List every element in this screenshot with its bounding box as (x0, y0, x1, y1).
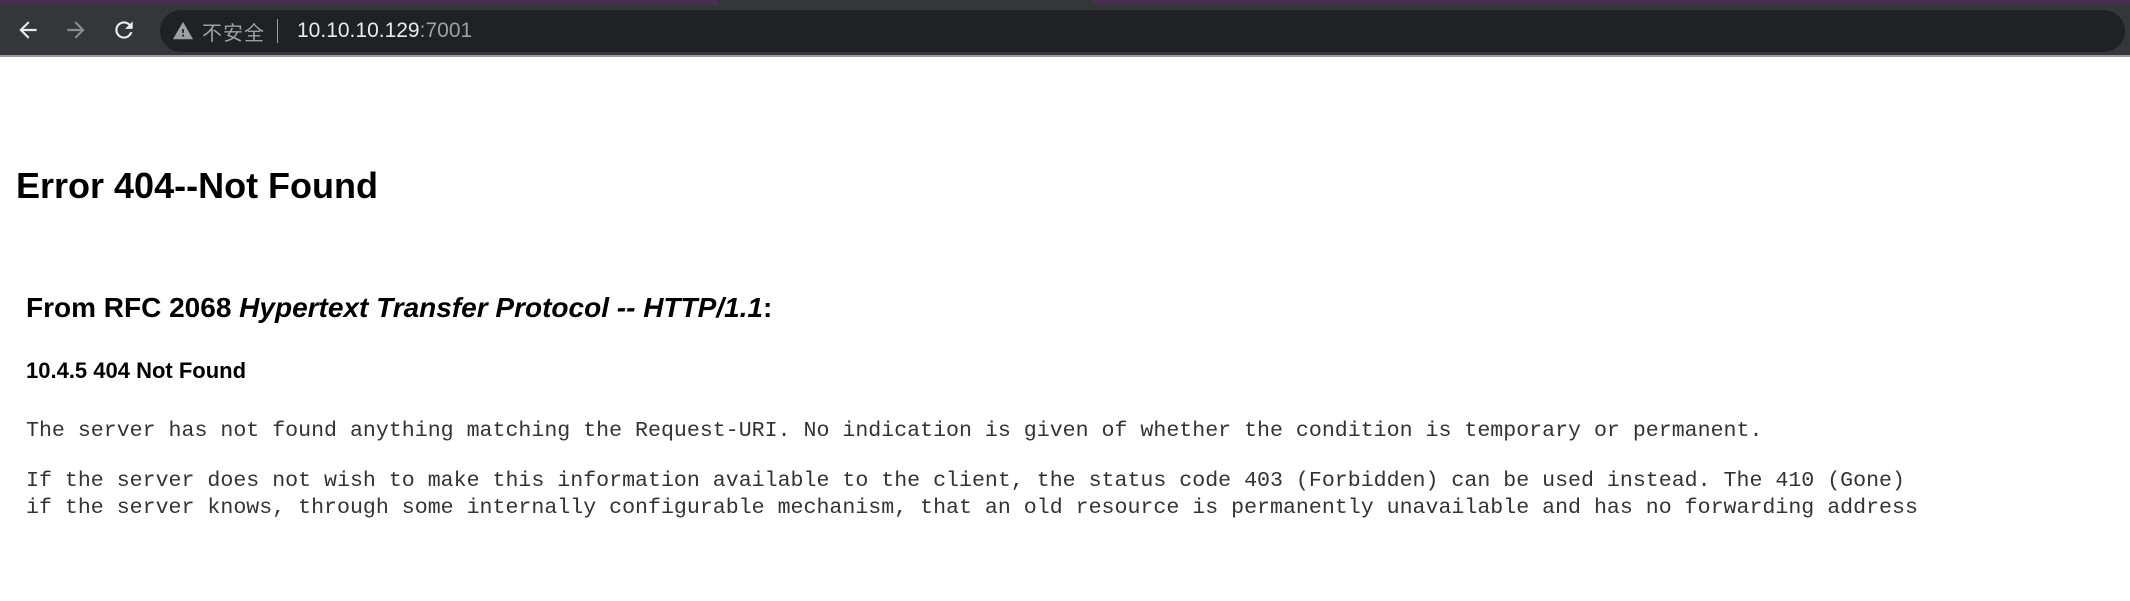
page-title: Error 404--Not Found (16, 165, 379, 206)
url-host: 10.10.10.129 (297, 19, 420, 42)
browser-toolbar: 不安全 10.10.10.129:7001 (0, 5, 2130, 55)
forward-button[interactable] (56, 10, 96, 50)
url-text[interactable]: 10.10.10.129:7001 (297, 10, 472, 52)
reload-icon (115, 21, 133, 39)
security-label: 不安全 (202, 20, 265, 45)
rfc-heading-protocol: Hypertext Transfer Protocol -- HTTP/1.1 (239, 292, 763, 323)
page-content: Error 404--Not Found From RFC 2068 Hyper… (0, 57, 2130, 601)
rfc-heading-suffix: : (763, 292, 773, 323)
body-paragraph: If the server does not wish to make this… (26, 469, 1918, 520)
chip-divider (277, 19, 278, 43)
url-port: :7001 (419, 19, 473, 42)
section-heading: 10.4.5 404 Not Found (26, 358, 247, 383)
rfc-heading: From RFC 2068 Hypertext Transfer Protoco… (26, 292, 772, 324)
reload-button[interactable] (104, 10, 144, 50)
security-indicator[interactable]: 不安全 (172, 10, 278, 52)
address-bar[interactable]: 不安全 10.10.10.129:7001 (160, 10, 2125, 52)
rfc-heading-prefix: From RFC 2068 (26, 292, 240, 323)
warning-triangle-icon (172, 21, 194, 40)
arrow-left-icon (19, 21, 37, 39)
arrow-right-icon (67, 21, 85, 39)
back-button[interactable] (8, 10, 48, 50)
body-paragraph: The server has not found anything matchi… (26, 419, 1763, 443)
